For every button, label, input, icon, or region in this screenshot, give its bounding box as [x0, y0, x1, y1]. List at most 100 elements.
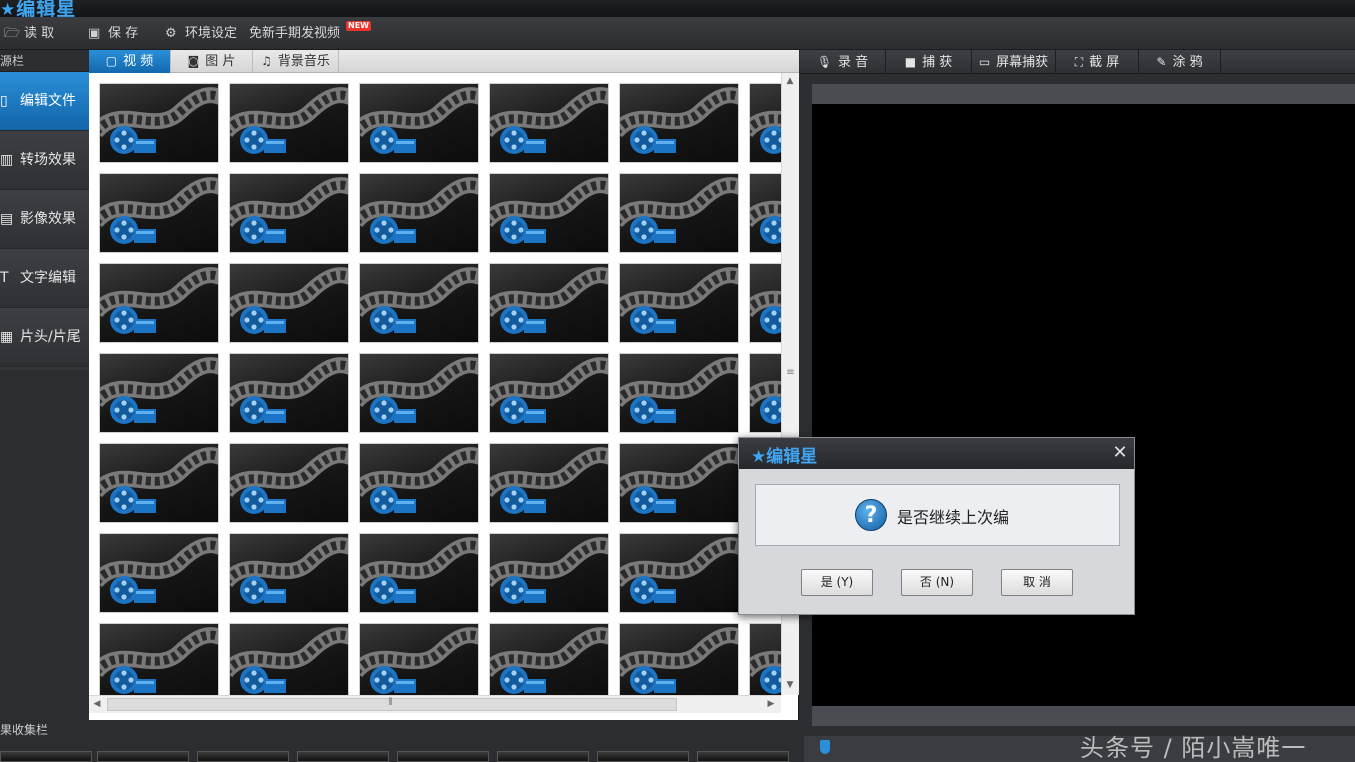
video-thumbnail[interactable]: [749, 263, 781, 343]
video-thumbnail[interactable]: [359, 263, 479, 343]
video-thumbnail[interactable]: [359, 173, 479, 253]
result-thumbnail[interactable]: [297, 751, 389, 762]
video-thumbnail[interactable]: [99, 83, 219, 163]
menu-settings-button[interactable]: ⚙ 环境设定: [165, 17, 237, 50]
new-badge: NEW: [346, 21, 371, 31]
scroll-up-arrow-icon[interactable]: ▲: [782, 73, 798, 89]
video-thumbnail[interactable]: [619, 443, 739, 523]
video-thumbnail[interactable]: [359, 623, 479, 695]
film-strip-icon: ▯: [0, 93, 8, 109]
video-thumbnail[interactable]: [489, 263, 609, 343]
source-sidebar: 源栏 ▯ 编辑文件 ▥ 转场效果 ▤ 影像效果 T 文字编辑 ▦ 片头/片尾: [0, 50, 89, 720]
video-thumbnail[interactable]: [489, 533, 609, 613]
dialog-message-box: ? 是否继续上次编: [755, 484, 1120, 546]
sidebar-item-image-effect[interactable]: ▤ 影像效果: [0, 190, 89, 249]
screenshot-button[interactable]: ⛶ 截 屏: [1056, 50, 1139, 74]
result-thumbnail[interactable]: [397, 751, 489, 762]
menu-read-button[interactable]: 🗁 读 取: [4, 17, 54, 50]
video-thumbnail[interactable]: [229, 533, 349, 613]
video-thumbnail[interactable]: [229, 443, 349, 523]
video-thumbnail[interactable]: [359, 83, 479, 163]
preview-screen: [812, 104, 1355, 706]
dialog-title: 编辑星: [766, 447, 818, 467]
intro-outro-icon: ▦: [0, 329, 14, 345]
dialog-title-bar: ★编辑星 ✕: [739, 438, 1134, 469]
video-thumbnail[interactable]: [99, 173, 219, 253]
no-button[interactable]: 否 (N): [901, 569, 973, 596]
video-thumbnail[interactable]: [99, 533, 219, 613]
video-thumbnail[interactable]: [619, 173, 739, 253]
capture-toolbar: 🎙 录 音 ■ 捕 获 ▭ 屏幕捕获 ⛶ 截 屏 ✎ 涂 鸦: [800, 50, 1355, 74]
doodle-button[interactable]: ✎ 涂 鸦: [1139, 50, 1221, 74]
video-thumbnail[interactable]: [359, 443, 479, 523]
library-tabs: ▢ 视 频 ◙ 图 片 ♫ 背景音乐: [89, 50, 799, 73]
tab-picture[interactable]: ◙ 图 片: [171, 50, 253, 73]
result-thumbnail[interactable]: [697, 751, 789, 762]
video-thumbnail[interactable]: [229, 353, 349, 433]
close-icon[interactable]: ✕: [1109, 441, 1131, 465]
scroll-grip-icon[interactable]: ≡: [785, 367, 796, 378]
scroll-left-arrow-icon[interactable]: ◀: [89, 696, 105, 712]
tab-video[interactable]: ▢ 视 频: [89, 50, 171, 73]
timeline-slider[interactable]: 头条号 / 陌小嵩唯一: [804, 734, 1355, 762]
folder-open-icon: 🗁: [4, 26, 21, 41]
floppy-disk-icon: ▣: [88, 26, 101, 41]
sidebar-item-edit-file[interactable]: ▯ 编辑文件: [0, 72, 89, 131]
video-thumbnail[interactable]: [489, 83, 609, 163]
video-thumbnail[interactable]: [619, 623, 739, 695]
video-thumbnail[interactable]: [749, 83, 781, 163]
sidebar-item-intro-outro[interactable]: ▦ 片头/片尾: [0, 308, 89, 367]
video-thumbnail[interactable]: [229, 83, 349, 163]
video-thumbnail[interactable]: [749, 623, 781, 695]
video-thumbnail[interactable]: [619, 83, 739, 163]
video-thumbnail[interactable]: [99, 353, 219, 433]
result-thumbnail[interactable]: [597, 751, 689, 762]
scroll-down-arrow-icon[interactable]: ▼: [782, 677, 798, 693]
video-thumbnail[interactable]: [619, 533, 739, 613]
result-thumbnail[interactable]: [197, 751, 289, 762]
tab-background-music[interactable]: ♫ 背景音乐: [253, 50, 339, 73]
scroll-right-arrow-icon[interactable]: ▶: [763, 696, 779, 712]
capture-button[interactable]: ■ 捕 获: [886, 50, 972, 74]
menu-publish-button[interactable]: 免新手期发视频: [249, 17, 340, 50]
video-thumbnail[interactable]: [489, 353, 609, 433]
sidebar-header: 源栏: [0, 50, 89, 72]
horizontal-grip-icon[interactable]: ⦀: [385, 697, 396, 708]
video-thumbnail[interactable]: [619, 353, 739, 433]
result-thumbnail[interactable]: [0, 751, 92, 762]
result-thumbnail[interactable]: [497, 751, 589, 762]
microphone-icon: 🎙: [816, 55, 833, 69]
cancel-button[interactable]: 取 消: [1001, 569, 1073, 596]
sidebar-item-text-edit[interactable]: T 文字编辑: [0, 249, 89, 308]
brush-icon: ✎: [1156, 55, 1167, 69]
video-thumbnail[interactable]: [359, 353, 479, 433]
video-thumbnail[interactable]: [99, 443, 219, 523]
dialog-message: 是否继续上次编: [897, 508, 1010, 527]
screen-capture-button[interactable]: ▭ 屏幕捕获: [972, 50, 1056, 74]
library-horizontal-scrollbar[interactable]: ◀ ⦀ ▶: [89, 695, 781, 713]
screenshot-icon: ⛶: [1074, 55, 1084, 69]
video-thumbnail[interactable]: [229, 173, 349, 253]
music-note-icon: ♫: [261, 54, 272, 68]
record-audio-button[interactable]: 🎙 录 音: [800, 50, 886, 74]
slider-handle[interactable]: [820, 740, 830, 754]
video-thumbnail[interactable]: [619, 263, 739, 343]
video-thumbnail[interactable]: [489, 623, 609, 695]
video-thumbnail[interactable]: [359, 533, 479, 613]
menu-save-button[interactable]: ▣ 保 存: [88, 17, 138, 50]
question-icon: ?: [855, 499, 887, 531]
results-collection-bar: 果收集栏: [0, 720, 799, 762]
video-thumbnail[interactable]: [489, 443, 609, 523]
video-thumbnail[interactable]: [229, 623, 349, 695]
video-thumbnail[interactable]: [99, 263, 219, 343]
transition-icon: ▥: [0, 152, 14, 168]
result-thumbnail[interactable]: [97, 751, 189, 762]
video-thumbnail[interactable]: [749, 353, 781, 433]
video-thumbnail[interactable]: [489, 173, 609, 253]
sidebar-item-transition[interactable]: ▥ 转场效果: [0, 131, 89, 190]
yes-button[interactable]: 是 (Y): [801, 569, 873, 596]
text-edit-icon: T: [0, 270, 9, 286]
video-thumbnail[interactable]: [229, 263, 349, 343]
video-thumbnail[interactable]: [99, 623, 219, 695]
video-thumbnail[interactable]: [749, 173, 781, 253]
